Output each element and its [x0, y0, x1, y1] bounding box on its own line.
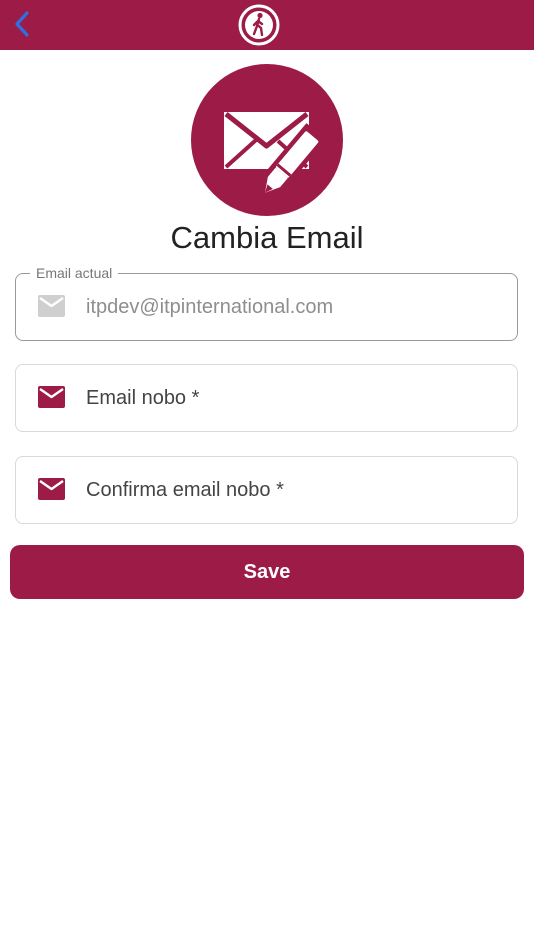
new-email-placeholder: Email nobo *	[86, 387, 200, 409]
mail-icon	[38, 478, 65, 500]
back-button[interactable]	[8, 8, 36, 40]
current-email-field[interactable]: Email actual itpdev@itpinternational.com	[15, 264, 518, 341]
chevron-left-icon	[15, 11, 29, 37]
walking-person-logo-icon	[238, 4, 280, 46]
save-button[interactable]: Save	[10, 545, 524, 599]
new-email-field[interactable]: Email nobo *	[15, 364, 518, 432]
page-title: Cambia Email	[170, 220, 364, 255]
mail-icon	[38, 295, 65, 317]
current-email-value: itpdev@itpinternational.com	[86, 296, 334, 318]
mail-icon	[38, 386, 65, 408]
confirm-email-field[interactable]: Confirma email nobo *	[15, 456, 518, 524]
hero-icon-circle	[191, 64, 343, 216]
confirm-email-placeholder: Confirma email nobo *	[86, 479, 284, 501]
app-logo	[238, 4, 280, 46]
top-bar	[0, 0, 534, 50]
envelope-with-pencil-icon	[224, 112, 327, 193]
